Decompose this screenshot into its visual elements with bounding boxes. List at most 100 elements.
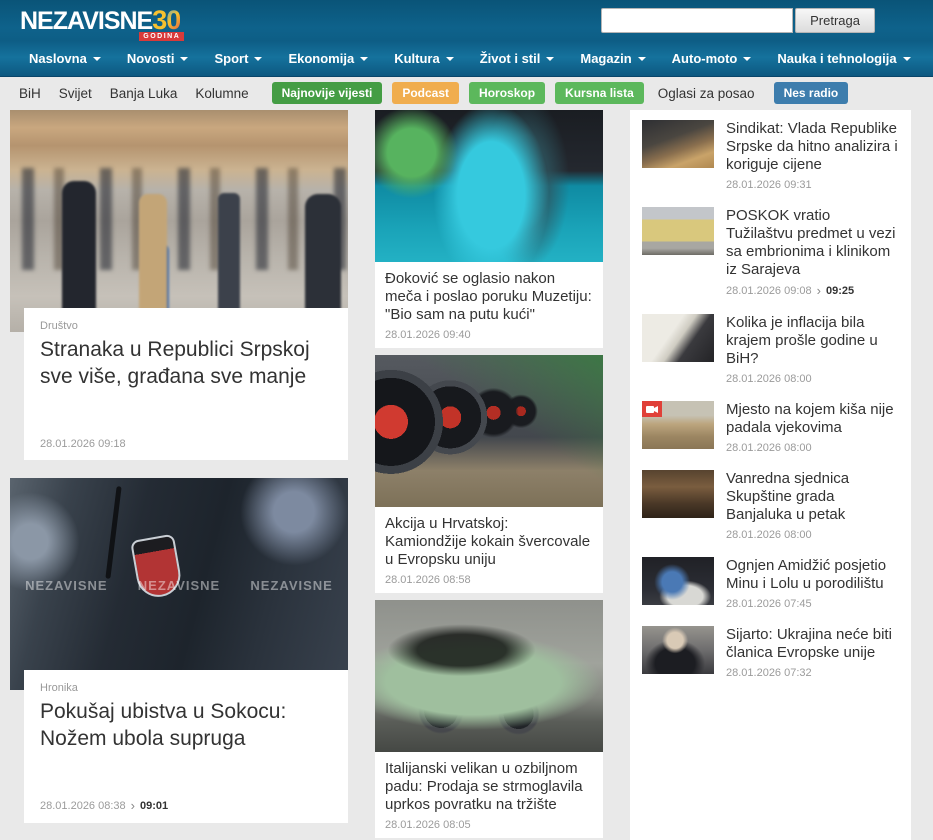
article-date: 28.01.2026 09:18 [40, 438, 332, 450]
caret-down-icon [903, 57, 911, 61]
news-list-item: Sijarto: Ukrajina neće biti članica Evro… [642, 626, 899, 679]
news-thumbnail-building[interactable] [642, 207, 714, 255]
article-date: 28.01.2026 09:40 [385, 329, 593, 341]
news-thumbnail-calculator[interactable] [642, 314, 714, 362]
caret-down-icon [180, 57, 188, 61]
news-list-item: Sindikat: Vlada Republike Srpske da hitn… [642, 120, 899, 191]
news-date: 28.01.2026 09:08 09:25 [726, 284, 899, 298]
article-title[interactable]: Stranaka u Republici Srpskoj sve više, g… [40, 337, 332, 390]
news-title[interactable]: Ognjen Amidžić posjetio Minu i Lolu u po… [726, 557, 899, 593]
news-title[interactable]: Sijarto: Ukrajina neće biti članica Evro… [726, 626, 899, 662]
latest-news-panel: Sindikat: Vlada Republike Srpske da hitn… [630, 110, 911, 840]
news-list-item: Kolika je inflacija bila krajem prošle g… [642, 314, 899, 385]
article-category[interactable]: Hronika [40, 682, 332, 694]
photo-watermark: NEZAVISNE NEZAVISNE NEZAVISNE [10, 578, 348, 593]
header-top-bar: NEZAVISNE30 godina Pretraga [0, 0, 933, 40]
news-thumbnail-tv-studio[interactable] [642, 557, 714, 605]
article-image-street-scene[interactable] [10, 110, 348, 332]
news-list-item: Mjesto na kojem kiša nije padala vjekovi… [642, 401, 899, 454]
badge-horoskop[interactable]: Horoskop [469, 82, 545, 104]
updated-chevron-icon [817, 284, 821, 298]
news-list-item: Vanredna sjednica Skupštine grada Banjal… [642, 470, 899, 541]
news-title[interactable]: Vanredna sjednica Skupštine grada Banjal… [726, 470, 899, 524]
badge-kursna-lista[interactable]: Kursna lista [555, 82, 644, 104]
article-title[interactable]: Pokušaj ubistva u Sokocu: Nožem ubola su… [40, 699, 332, 752]
news-date: 28.01.2026 09:31 [726, 179, 899, 191]
updated-chevron-icon [131, 799, 135, 813]
article-date: 28.01.2026 08:05 [385, 819, 593, 831]
search-input[interactable] [601, 8, 793, 33]
main-navigation: Naslovna Novosti Sport Ekonomija Kultura… [0, 40, 933, 77]
subnav-link-bih[interactable]: BiH [19, 86, 41, 101]
nav-item-pretraga[interactable]: Pretraga [924, 40, 933, 76]
search-bar: Pretraga [601, 8, 875, 33]
news-thumbnail-assembly-hall[interactable] [642, 470, 714, 518]
nav-item-novosti[interactable]: Novosti [114, 40, 202, 76]
news-date: 28.01.2026 08:00 [726, 442, 899, 454]
nav-item-ekonomija[interactable]: Ekonomija [275, 40, 381, 76]
subnav-link-kolumne[interactable]: Kolumne [195, 86, 248, 101]
news-thumbnail-desert[interactable] [642, 401, 714, 449]
nav-item-magazin[interactable]: Magazin [567, 40, 658, 76]
badge-podcast[interactable]: Podcast [392, 82, 459, 104]
article-text-box: Đoković se oglasio nakon meča i poslao p… [375, 262, 603, 348]
news-date: 28.01.2026 08:00 [726, 373, 899, 385]
caret-down-icon [638, 57, 646, 61]
logo-text: NEZAVISNE [20, 7, 152, 36]
subnav-link-banja-luka[interactable]: Banja Luka [110, 86, 178, 101]
nav-item-nauka-i-tehnologija[interactable]: Nauka i tehnologija [764, 40, 923, 76]
site-header: NEZAVISNE30 godina Pretraga Naslovna Nov… [0, 0, 933, 77]
news-thumbnail-bread[interactable] [642, 120, 714, 168]
site-logo[interactable]: NEZAVISNE30 godina [20, 5, 180, 36]
video-camera-icon [642, 401, 662, 417]
middle-article-1: Đoković se oglasio nakon meča i poslao p… [375, 110, 603, 348]
nav-item-kultura[interactable]: Kultura [381, 40, 467, 76]
nav-item-zivot-i-stil[interactable]: Život i stil [467, 40, 568, 76]
middle-article-2: Akcija u Hrvatskoj: Kamiondžije kokain š… [375, 355, 603, 593]
news-updated-time: 09:25 [826, 285, 854, 297]
caret-down-icon [446, 57, 454, 61]
middle-article-3: Italijanski velikan u ozbiljnom padu: Pr… [375, 600, 603, 838]
badge-nes-radio[interactable]: Nes radio [774, 82, 849, 104]
news-title[interactable]: Mjesto na kojem kiša nije padala vjekovi… [726, 401, 899, 437]
badge-najnovije-vijesti[interactable]: Najnovije vijesti [272, 82, 383, 104]
article-image-car[interactable] [375, 600, 603, 752]
nav-item-sport[interactable]: Sport [201, 40, 275, 76]
article-image-tennis[interactable] [375, 110, 603, 262]
article-text-box: Akcija u Hrvatskoj: Kamiondžije kokain š… [375, 507, 603, 593]
news-date: 28.01.2026 08:00 [726, 529, 899, 541]
caret-down-icon [254, 57, 262, 61]
featured-column: Društvo Stranaka u Republici Srpskoj sve… [10, 110, 348, 823]
logo-anniversary-label: godina [139, 32, 184, 41]
news-date: 28.01.2026 07:32 [726, 667, 899, 679]
caret-down-icon [93, 57, 101, 61]
search-button[interactable]: Pretraga [795, 8, 875, 33]
featured-article-2: NEZAVISNE NEZAVISNE NEZAVISNE Hronika Po… [10, 478, 348, 823]
article-title[interactable]: Italijanski velikan u ozbiljnom padu: Pr… [385, 760, 593, 814]
news-title[interactable]: Kolika je inflacija bila krajem prošle g… [726, 314, 899, 368]
article-text-box: Hronika Pokušaj ubistva u Sokocu: Nožem … [24, 670, 348, 823]
caret-down-icon [546, 57, 554, 61]
subnav-link-svijet[interactable]: Svijet [59, 86, 92, 101]
article-text-box: Društvo Stranaka u Republici Srpskoj sve… [24, 308, 348, 460]
nav-item-auto-moto[interactable]: Auto-moto [659, 40, 765, 76]
caret-down-icon [360, 57, 368, 61]
article-title[interactable]: Akcija u Hrvatskoj: Kamiondžije kokain š… [385, 515, 593, 569]
news-list-item: Ognjen Amidžić posjetio Minu i Lolu u po… [642, 557, 899, 610]
caret-down-icon [743, 57, 751, 61]
news-thumbnail-politician[interactable] [642, 626, 714, 674]
news-list-item: POSKOK vratio Tužilaštvu predmet u vezi … [642, 207, 899, 298]
news-date: 28.01.2026 07:45 [726, 598, 899, 610]
news-title[interactable]: Sindikat: Vlada Republike Srpske da hitn… [726, 120, 899, 174]
subnav-link-oglasi-za-posao[interactable]: Oglasi za posao [658, 86, 755, 101]
featured-article-1: Društvo Stranaka u Republici Srpskoj sve… [10, 110, 348, 460]
article-category[interactable]: Društvo [40, 320, 332, 332]
news-title[interactable]: POSKOK vratio Tužilaštvu predmet u vezi … [726, 207, 899, 279]
middle-column: Đoković se oglasio nakon meča i poslao p… [375, 110, 603, 838]
article-text-box: Italijanski velikan u ozbiljnom padu: Pr… [375, 752, 603, 838]
article-date: 28.01.2026 08:38 09:01 [40, 799, 332, 813]
article-image-trucks[interactable] [375, 355, 603, 507]
article-image-police[interactable]: NEZAVISNE NEZAVISNE NEZAVISNE [10, 478, 348, 690]
article-title[interactable]: Đoković se oglasio nakon meča i poslao p… [385, 270, 593, 324]
nav-item-naslovna[interactable]: Naslovna [16, 40, 114, 76]
